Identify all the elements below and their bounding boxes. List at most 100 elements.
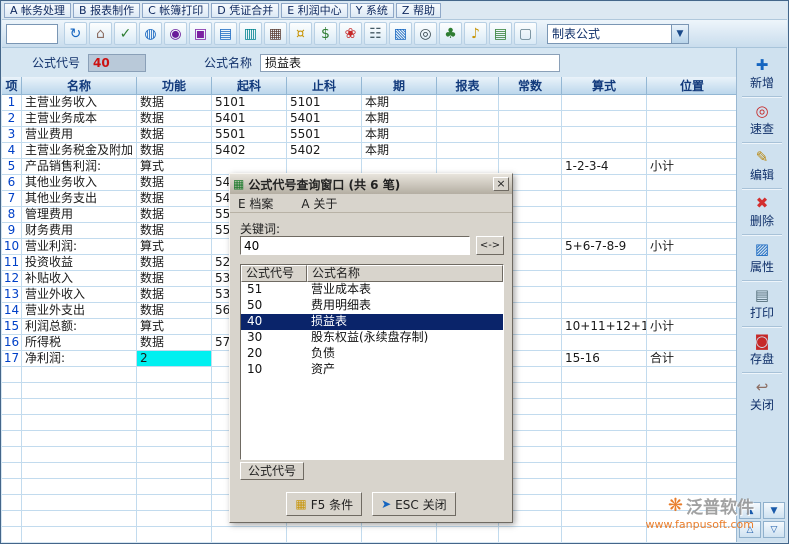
esc-close-button[interactable]: ➤ESC 关闭 [372,492,455,516]
coins-icon[interactable]: ¤ [289,22,312,45]
close-icon[interactable]: × [493,177,509,191]
grid-cell[interactable]: 数据 [137,223,212,239]
search-doc-icon[interactable]: ◎ [414,22,437,45]
row-number[interactable]: 15 [2,319,22,335]
grid-cell[interactable]: 本期 [362,111,437,127]
grid-cell[interactable] [562,95,647,111]
grid-cell[interactable] [647,127,738,143]
dialog-list-row[interactable]: 51营业成本表 [241,282,503,298]
grid-cell[interactable]: 算式 [137,239,212,255]
formula-name-input[interactable] [260,54,560,72]
page-up-button[interactable]: △ [739,521,761,538]
page-down-button[interactable]: ▽ [763,521,785,538]
grid-cell[interactable]: 1-2-3-4 [562,159,647,175]
grid-cell[interactable] [562,303,647,319]
grid-cell[interactable] [647,271,738,287]
sidebar-quick-search-button[interactable]: ◎速查 [739,100,785,140]
grid-cell[interactable]: 数据 [137,191,212,207]
dialog-menu-item[interactable]: A 关于 [301,195,337,212]
grid-cell[interactable] [499,143,562,159]
grid-cell[interactable]: 5101 [287,95,362,111]
globe-icon[interactable]: ◍ [139,22,162,45]
sidebar-new-button[interactable]: ✚新增 [739,54,785,94]
blank-page-icon[interactable]: ▢ [514,22,537,45]
grid-cell[interactable]: 数据 [137,127,212,143]
grid-cell[interactable] [562,175,647,191]
verify-icon[interactable]: ✓ [114,22,137,45]
dialog-list-row[interactable]: 10资产 [241,362,503,378]
dialog-column-header[interactable]: 公式代号 [241,265,307,282]
row-number[interactable]: 6 [2,175,22,191]
grid-cell[interactable]: 营业利润: [22,239,137,255]
row-number[interactable]: 14 [2,303,22,319]
row-number[interactable]: 17 [2,351,22,367]
grid-cell[interactable] [437,143,499,159]
grid-cell[interactable]: 5401 [212,111,287,127]
grid-cell[interactable] [647,111,738,127]
row-number[interactable]: 10 [2,239,22,255]
table-icon[interactable]: ☷ [364,22,387,45]
grid-cell[interactable]: 小计 [647,319,738,335]
grid-cell[interactable]: 合计 [647,351,738,367]
sidebar-delete-button[interactable]: ✖删除 [739,192,785,232]
sidebar-close-button[interactable]: ↩关闭 [739,376,785,416]
grid-cell[interactable] [562,127,647,143]
grid-cell[interactable]: 本期 [362,95,437,111]
dialog-list-row[interactable]: 30股东权益(永续盘存制) [241,330,503,346]
grid-cell[interactable]: 小计 [647,239,738,255]
home-icon[interactable]: ⌂ [89,22,112,45]
grid-cell[interactable] [562,271,647,287]
menu-item[interactable]: A 帐务处理 [4,3,71,18]
grid-cell[interactable] [437,127,499,143]
grid-cell[interactable] [647,303,738,319]
grid-cell[interactable] [499,127,562,143]
refresh-icon[interactable]: ↻ [64,22,87,45]
scroll-down-button[interactable]: ▼ [763,502,785,519]
display-icon[interactable]: ▥ [239,22,262,45]
scroll-up-button[interactable]: ▲ [739,502,761,519]
row-number[interactable]: 7 [2,191,22,207]
grid-cell[interactable]: 算式 [137,159,212,175]
grid-cell[interactable]: 数据 [137,271,212,287]
row-number[interactable]: 4 [2,143,22,159]
menu-item[interactable]: Y 系统 [350,3,394,18]
sidebar-print-button[interactable]: ▤打印 [739,284,785,324]
grid-cell[interactable] [647,191,738,207]
grid-cell[interactable]: 营业外收入 [22,287,137,303]
column-header[interactable]: 算式 [562,77,647,95]
column-header[interactable]: 功能 [137,77,212,95]
grid-cell[interactable] [647,95,738,111]
row-number[interactable]: 2 [2,111,22,127]
grid-cell[interactable] [647,175,738,191]
grid-cell[interactable]: 数据 [137,111,212,127]
row-number[interactable]: 12 [2,271,22,287]
grid-cell[interactable]: 主营业务成本 [22,111,137,127]
grid-cell[interactable]: 小计 [647,159,738,175]
row-number[interactable]: 16 [2,335,22,351]
toolbar-quick-input[interactable] [6,24,58,44]
grid-cell[interactable]: 5401 [287,111,362,127]
grid-cell[interactable]: 数据 [137,95,212,111]
dialog-list-row[interactable]: 40损益表 [241,314,503,330]
column-header[interactable]: 起科 [212,77,287,95]
row-number[interactable]: 9 [2,223,22,239]
column-header[interactable]: 名称 [22,77,137,95]
grid-cell[interactable]: 数据 [137,255,212,271]
dialog-list-row[interactable]: 50费用明细表 [241,298,503,314]
sidebar-edit-button[interactable]: ✎编辑 [739,146,785,186]
column-header[interactable]: 期 [362,77,437,95]
grid-cell[interactable]: 管理费用 [22,207,137,223]
grid-cell[interactable]: 5402 [287,143,362,159]
sidebar-save-button[interactable]: ◙存盘 [739,330,785,370]
keyword-input[interactable] [240,236,470,255]
column-header[interactable]: 报表 [437,77,499,95]
menu-item[interactable]: E 利润中心 [281,3,347,18]
grid-cell[interactable]: 净利润: [22,351,137,367]
grid-cell[interactable]: 数据 [137,175,212,191]
formula-type-dropdown[interactable]: 制表公式 ▼ [547,24,689,44]
column-header[interactable]: 止科 [287,77,362,95]
grid-cell[interactable]: 数据 [137,335,212,351]
grid-cell[interactable] [562,207,647,223]
menu-item[interactable]: B 报表制作 [73,3,140,18]
column-header[interactable]: 位置 [647,77,738,95]
